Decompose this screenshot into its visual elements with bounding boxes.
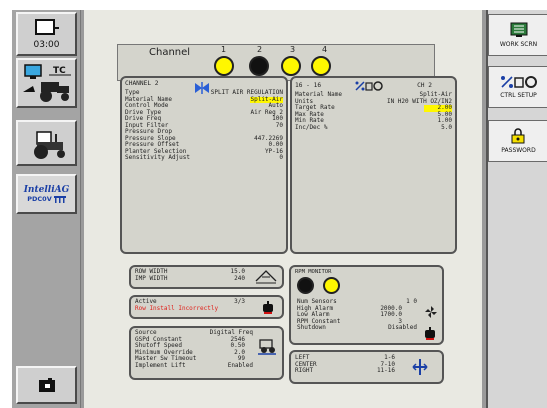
tractor-tc-icon: TC <box>22 64 71 102</box>
shutdown-icon <box>425 327 435 340</box>
intelliag-model: PDC0V <box>27 195 52 203</box>
channel-number-4: 4 <box>322 45 328 54</box>
main-area: Channel 1 2 3 4 CHANNEL 2 Type SPLIT AIR … <box>84 10 482 408</box>
width-row: IMP WIDTH 240 <box>135 274 245 282</box>
monitor-icon <box>34 19 59 35</box>
rpm-monitor-panel: RPM MONITOR Num Sensors 1 0 High Alarm 200… <box>289 265 444 345</box>
rpm-sensor-1-button[interactable] <box>297 277 314 294</box>
channel-1-button[interactable] <box>214 56 234 76</box>
install-warning: Row Install Incorrectly <box>135 304 219 312</box>
section-panel: LEFT 1-6 CENTER 7-10 RIGHT 11-16 <box>289 350 444 384</box>
tractor-button[interactable] <box>16 120 77 166</box>
planter-icon <box>53 195 66 203</box>
rate-row: Inc/Dec % 5.0 <box>295 123 452 131</box>
rate-control-icon <box>355 81 383 91</box>
ctrl-setup-label: CTRL SETUP <box>500 92 537 99</box>
section-row: RIGHT 11-16 <box>295 367 395 374</box>
clock-text: 03:00 <box>33 40 60 50</box>
ctrl-setup-button[interactable]: CTRL SETUP <box>488 66 547 108</box>
channel-number-2: 2 <box>257 45 263 54</box>
clock-button[interactable]: 03:00 <box>16 12 77 56</box>
rpm-fan-icon <box>425 306 437 318</box>
channel-number-3: 3 <box>290 45 296 54</box>
section-split-icon <box>412 359 428 375</box>
intelliag-logo: IntelliAG <box>23 185 70 195</box>
left-toolbar: 03:00 TC IntelliAG PDC0V <box>12 10 81 408</box>
rpm-title: RPM MONITOR <box>295 269 332 275</box>
camera-button[interactable] <box>16 366 77 404</box>
rpm-row: Shutdown Disabled <box>297 324 417 331</box>
rpm-sensor-2-button[interactable] <box>323 277 340 294</box>
channel-number-1: 1 <box>221 45 227 54</box>
width-icon <box>255 270 277 284</box>
work-screen-label: WORK SCRN <box>499 41 538 48</box>
work-screen-icon <box>510 22 527 37</box>
channel-2-button[interactable] <box>249 56 269 76</box>
camera-icon <box>38 378 55 392</box>
channel-3-button[interactable] <box>281 56 301 76</box>
butterfly-valve-icon <box>195 82 209 94</box>
right-toolbar: WORK SCRN CTRL SETUP PASSWORD <box>486 10 547 408</box>
channel-label: Channel <box>149 47 191 58</box>
width-panel: ROW WIDTH 15.0 IMP WIDTH 240 <box>129 265 284 289</box>
password-button[interactable]: PASSWORD <box>488 120 547 162</box>
channel-id: CH 2 <box>417 81 432 89</box>
work-screen-button[interactable]: WORK SCRN <box>488 14 547 56</box>
row-range: 16 - 16 <box>295 81 322 89</box>
intelliag-button[interactable]: IntelliAG PDC0V <box>16 174 77 214</box>
tractor-tc-button[interactable]: TC <box>16 58 77 108</box>
warning-icon <box>263 301 273 314</box>
rate-config-panel: 16 - 16 CH 2 Material Name Split-Air Unit… <box>290 76 457 254</box>
password-label: PASSWORD <box>501 147 536 154</box>
speed-source-panel: Source Digital Freq GSPd Constant 2546 Shu… <box>129 326 284 380</box>
tractor-icon <box>33 131 65 159</box>
speed-sensor-icon <box>258 339 276 355</box>
channel-row: Sensitivity Adjust 0 <box>125 154 283 162</box>
ctrl-setup-icon <box>500 76 537 88</box>
lock-icon <box>511 128 524 144</box>
source-row: Implement Lift Enabled <box>135 361 253 369</box>
active-panel: Active 3/3 Row Install Incorrectly <box>129 295 284 319</box>
channel-4-button[interactable] <box>311 56 331 76</box>
channel-config-panel: CHANNEL 2 Type SPLIT AIR REGULATION Mater… <box>120 76 288 254</box>
